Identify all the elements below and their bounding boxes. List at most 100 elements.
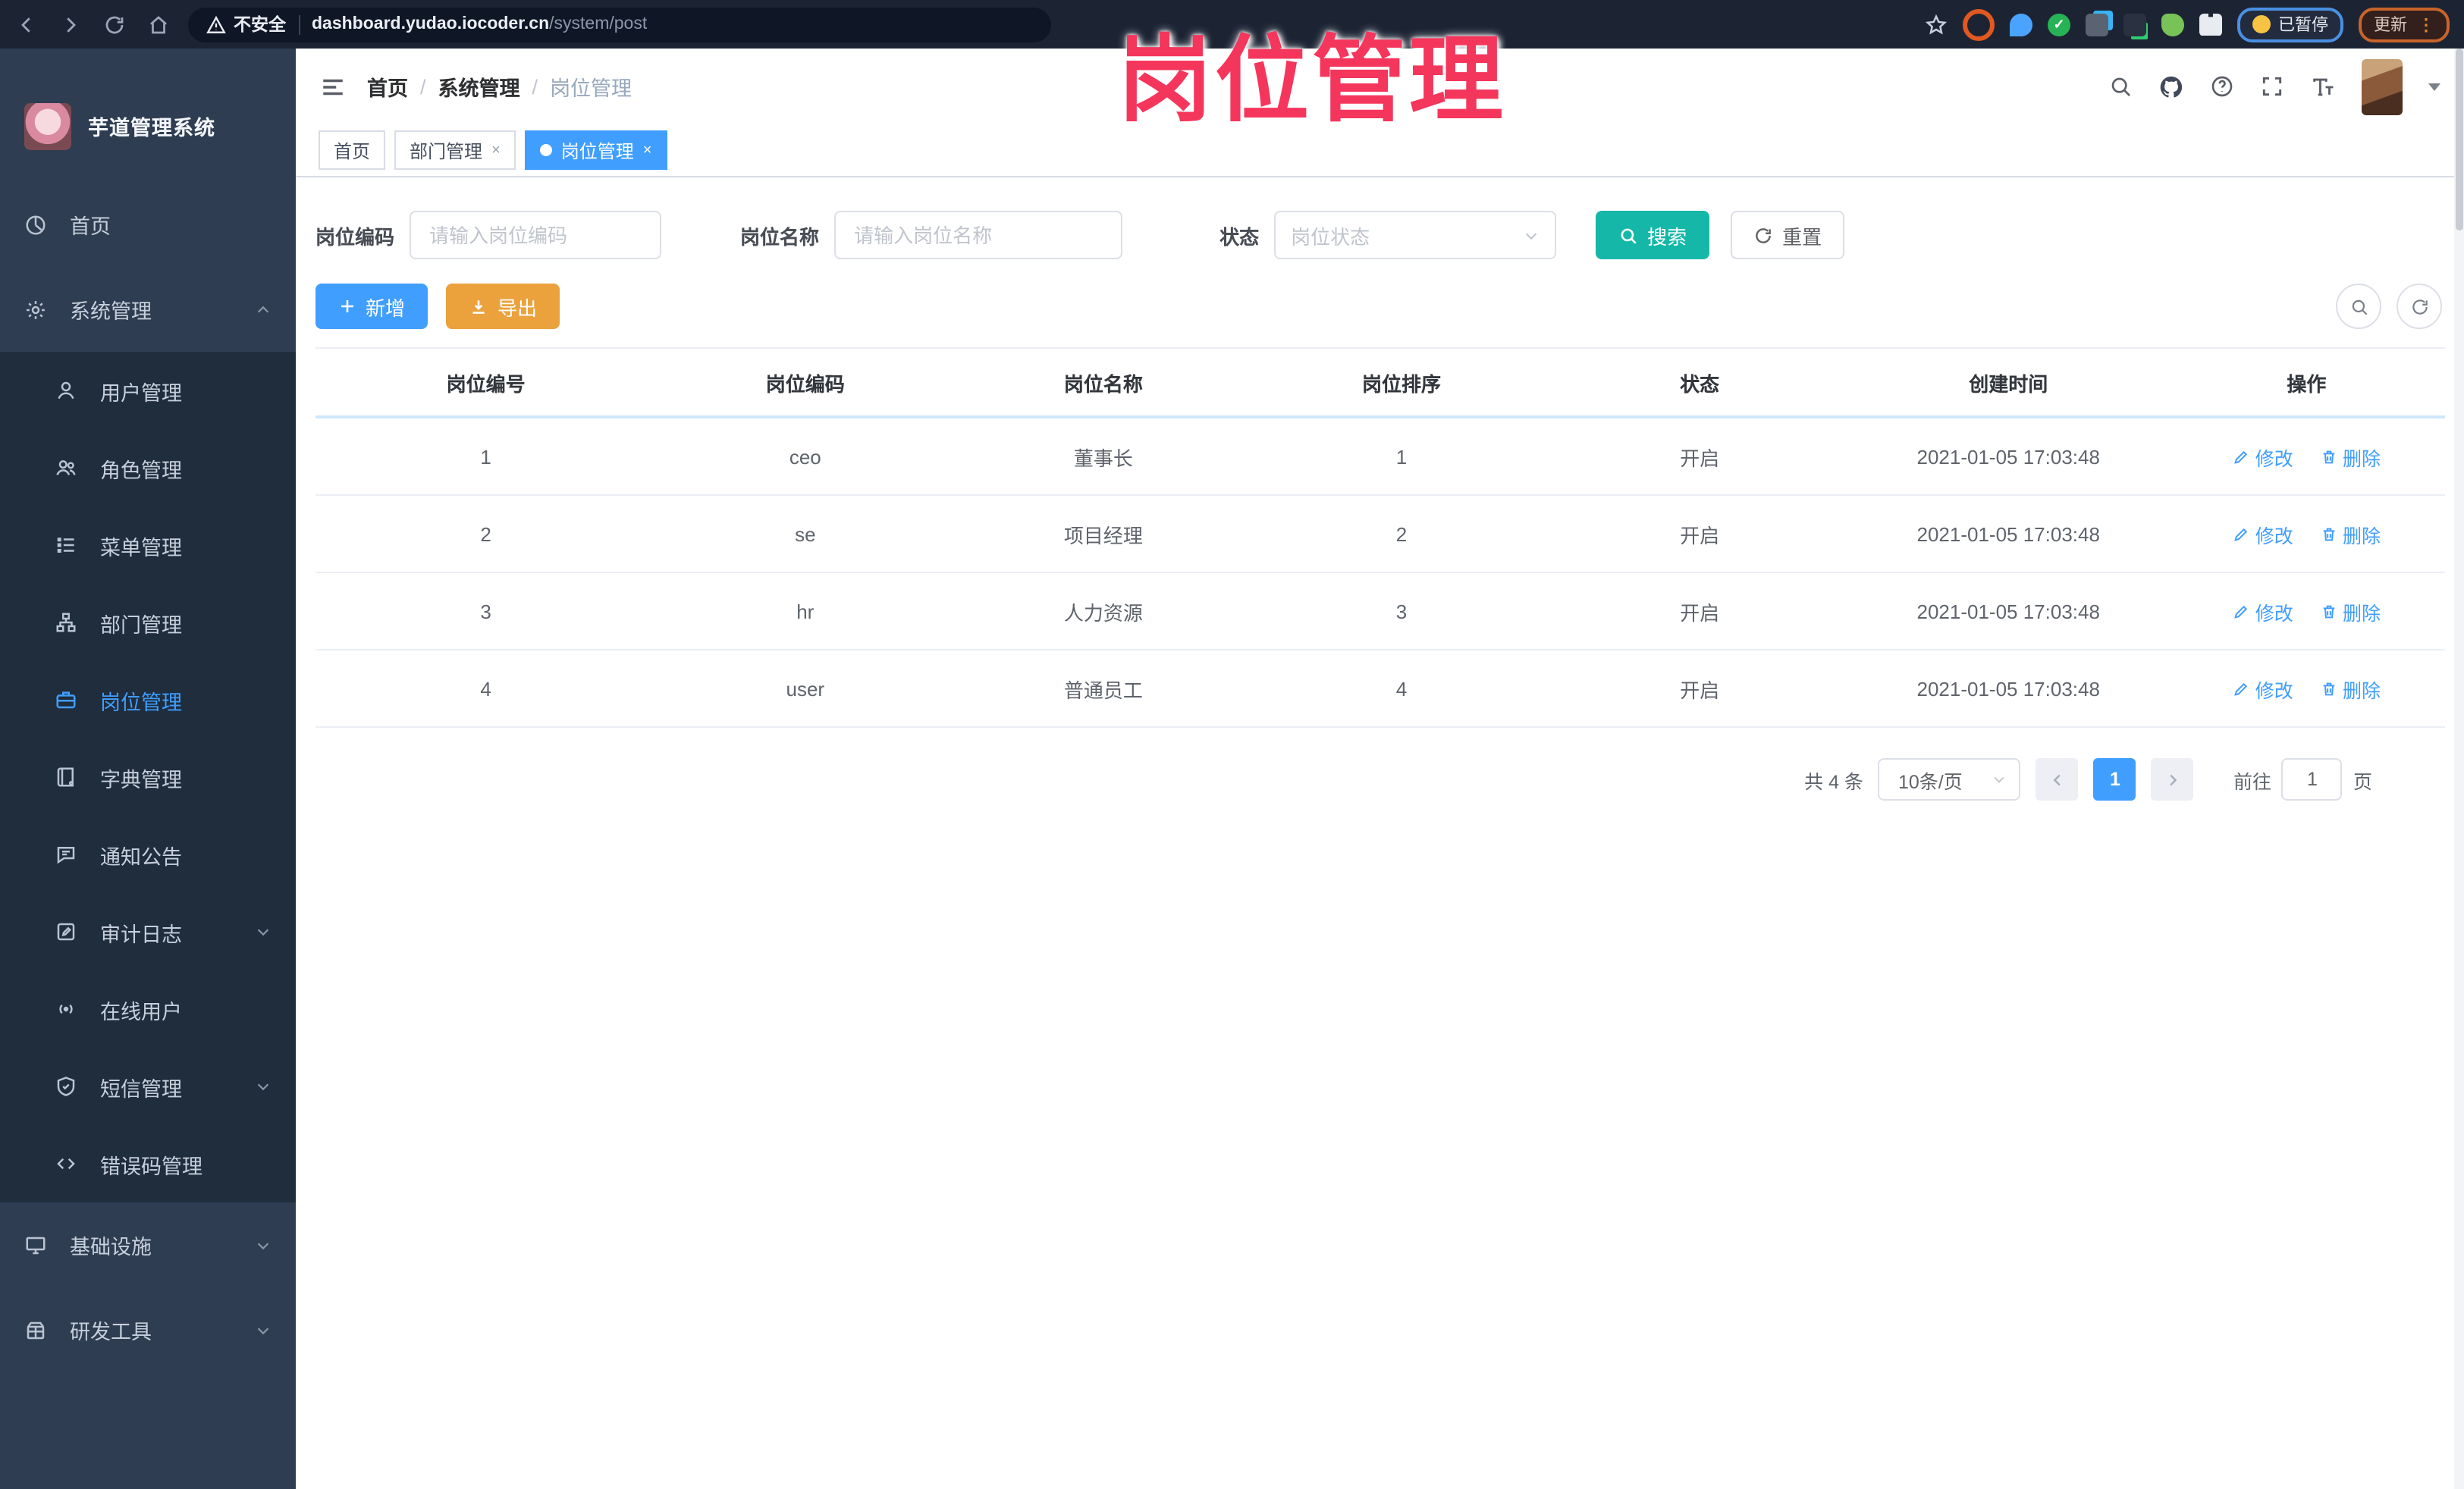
sidebar-item-audit-log[interactable]: 审计日志 [0,893,296,970]
extension-green-check-icon[interactable]: ✓ [2048,13,2070,36]
sidebar-item-post-management[interactable]: 岗位管理 [0,661,296,738]
back-icon[interactable] [15,13,38,36]
sidebar-item-infrastructure[interactable]: 基础设施 [0,1202,296,1287]
sidebar-item-label: 基础设施 [70,1236,152,1259]
trash-icon [2320,448,2337,465]
address-bar[interactable]: 不安全 dashboard.yudao.iocoder.cn/system/po… [188,7,1051,42]
online-signal-icon [55,998,77,1020]
sidebar-item-label: 短信管理 [100,1077,182,1100]
app-logo[interactable]: 芋道管理系统 [0,49,296,182]
tab-home[interactable]: 首页 [319,130,386,170]
post-code-input[interactable] [410,211,662,259]
delete-link[interactable]: 删除 [2320,674,2381,703]
reload-icon[interactable] [103,13,126,36]
scrollbar-thumb[interactable] [2456,49,2463,230]
refresh-table-button[interactable] [2397,284,2442,329]
close-icon[interactable]: × [491,142,501,158]
tab-post-management[interactable]: 岗位管理 × [524,130,667,170]
page-size-select[interactable]: 10条/页 [1878,758,2021,801]
github-icon[interactable] [2158,74,2184,99]
goto-suffix: 页 [2353,771,2372,792]
add-button[interactable]: 新增 [315,284,428,329]
edit-link[interactable]: 修改 [2233,442,2293,471]
post-code-label: 岗位编码 [315,225,395,248]
prev-page-button[interactable] [2036,758,2079,801]
sidebar-item-label: 部门管理 [100,613,182,636]
sidebar-item-sms-management[interactable]: 短信管理 [0,1048,296,1125]
sidebar-item-home[interactable]: 首页 [0,182,296,267]
breadcrumb: 首页 / 系统管理 / 岗位管理 [367,71,632,102]
tab-dept-management[interactable]: 部门管理 × [394,130,516,170]
cell-name: 董事长 [954,417,1253,496]
chevron-down-icon [255,1321,272,1338]
edit-icon [2233,448,2249,465]
reset-button[interactable]: 重置 [1731,211,1845,259]
col-post-code: 岗位编码 [656,347,955,418]
font-size-icon[interactable] [2310,74,2336,99]
sidebar-item-system-management[interactable]: 系统管理 [0,267,296,352]
sidebar-item-user-management[interactable]: 用户管理 [0,352,296,429]
extension-orange-icon[interactable] [1963,8,1995,40]
sidebar-item-role-management[interactable]: 角色管理 [0,429,296,506]
close-icon[interactable]: × [643,142,652,158]
edit-link[interactable]: 修改 [2233,674,2293,703]
delete-link[interactable]: 删除 [2320,519,2381,548]
cell-created: 2021-01-05 17:03:48 [1848,495,2168,573]
extensions-puzzle-icon[interactable] [2199,13,2222,36]
monitor-icon [24,1234,47,1256]
security-warning[interactable]: 不安全 [206,12,286,36]
export-button[interactable]: 导出 [446,284,560,329]
delete-link[interactable]: 删除 [2320,442,2381,471]
status-select[interactable]: 岗位状态 [1274,211,1557,259]
paused-extension-pill[interactable]: 已暂停 [2237,7,2343,42]
cell-status: 开启 [1550,495,1849,573]
bookmark-star-icon[interactable] [1925,13,1948,36]
sidebar-item-dict-management[interactable]: 字典管理 [0,738,296,816]
col-post-sort: 岗位排序 [1252,347,1551,418]
cell-name: 人力资源 [954,572,1253,650]
edit-link[interactable]: 修改 [2233,597,2293,625]
sidebar-item-online-users[interactable]: 在线用户 [0,970,296,1048]
extension-blue-drop-icon[interactable] [2010,13,2032,36]
add-button-label: 新增 [366,296,406,319]
breadcrumb-home[interactable]: 首页 [367,71,408,102]
browser-update-button[interactable]: 更新 ⋮ [2359,7,2450,42]
sidebar-item-label: 字典管理 [100,768,182,791]
breadcrumb-system[interactable]: 系统管理 [438,71,520,102]
sidebar-item-dept-management[interactable]: 部门管理 [0,584,296,661]
help-icon[interactable] [2210,74,2234,99]
cell-sort: 1 [1252,417,1551,496]
sidebar-collapse-icon[interactable] [320,74,346,99]
cell-created: 2021-01-05 17:03:48 [1848,417,2168,496]
user-avatar[interactable] [2362,58,2403,114]
post-name-input[interactable] [834,211,1123,259]
sidebar-item-dev-tools[interactable]: 研发工具 [0,1287,296,1372]
extension-leaf-icon[interactable] [2161,13,2184,36]
extension-grid-icon[interactable] [2086,13,2108,36]
next-page-button[interactable] [2151,758,2194,801]
status-label: 状态 [1219,225,1260,248]
edit-icon [2233,525,2249,542]
col-actions: 操作 [2167,347,2445,418]
page-scrollbar[interactable] [2454,49,2464,1489]
gear-icon [24,298,47,321]
edit-link[interactable]: 修改 [2233,519,2293,548]
address-separator [298,14,300,34]
home-icon[interactable] [147,13,170,36]
delete-link[interactable]: 删除 [2320,597,2381,625]
sidebar-item-notice[interactable]: 通知公告 [0,816,296,893]
chevron-down-icon [255,1078,272,1095]
forward-icon[interactable] [59,13,82,36]
search-button[interactable]: 搜索 [1596,211,1710,259]
sidebar-item-menu-management[interactable]: 菜单管理 [0,506,296,584]
browser-menu-icon[interactable]: ⋮ [2418,14,2434,34]
sidebar-item-error-code[interactable]: 错误码管理 [0,1125,296,1202]
extension-tag-manager-icon[interactable] [2123,13,2146,36]
avatar-caret-icon[interactable] [2428,83,2440,90]
fullscreen-icon[interactable] [2260,74,2284,99]
chevron-down-icon [1992,772,2007,787]
search-icon[interactable] [2108,74,2133,99]
toggle-search-button[interactable] [2336,284,2381,329]
page-number-1[interactable]: 1 [2093,758,2136,801]
goto-page-input[interactable] [2281,758,2343,801]
